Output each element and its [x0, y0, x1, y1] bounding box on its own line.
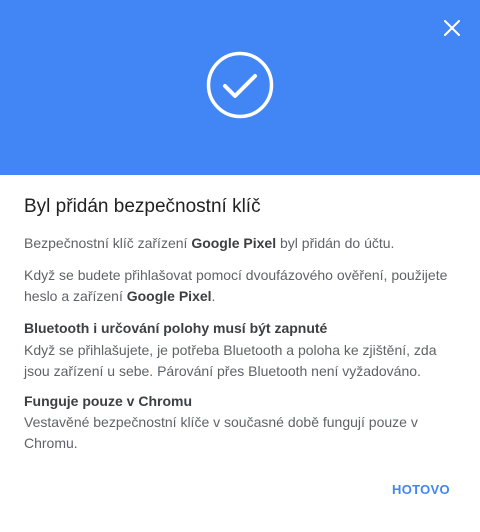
key-added-message: Bezpečnostní klíč zařízení Google Pixel …	[24, 233, 456, 254]
device-name: Google Pixel	[126, 288, 212, 304]
check-circle-icon	[206, 51, 274, 119]
two-step-text-start: Když se budete přihlašovat pomocí dvoufá…	[24, 267, 448, 304]
close-icon	[438, 14, 466, 42]
security-key-added-dialog: Byl přidán bezpečnostní klíč Bezpečnostn…	[0, 0, 480, 532]
close-button[interactable]	[438, 14, 466, 42]
two-step-message: Když se budete přihlašovat pomocí dvoufá…	[24, 265, 456, 307]
chrome-only-text: Vestavěné bezpečnostní klíče v současné …	[24, 414, 418, 451]
two-step-text-end: .	[211, 288, 216, 304]
dialog-header	[0, 0, 480, 175]
key-added-text-start: Bezpečnostní klíč zařízení	[24, 235, 192, 251]
key-added-text-end: byl přidán do účtu.	[276, 235, 395, 251]
chrome-only-heading: Funguje pouze v Chromu	[24, 393, 192, 409]
done-button[interactable]: HOTOVO	[380, 476, 462, 503]
bluetooth-heading: Bluetooth i určování polohy musí být zap…	[24, 320, 328, 336]
dialog-title: Byl přidán bezpečnostní klíč	[24, 196, 261, 217]
bluetooth-text: Když se přihlašujete, je potřeba Bluetoo…	[24, 342, 437, 379]
device-name: Google Pixel	[191, 235, 277, 251]
